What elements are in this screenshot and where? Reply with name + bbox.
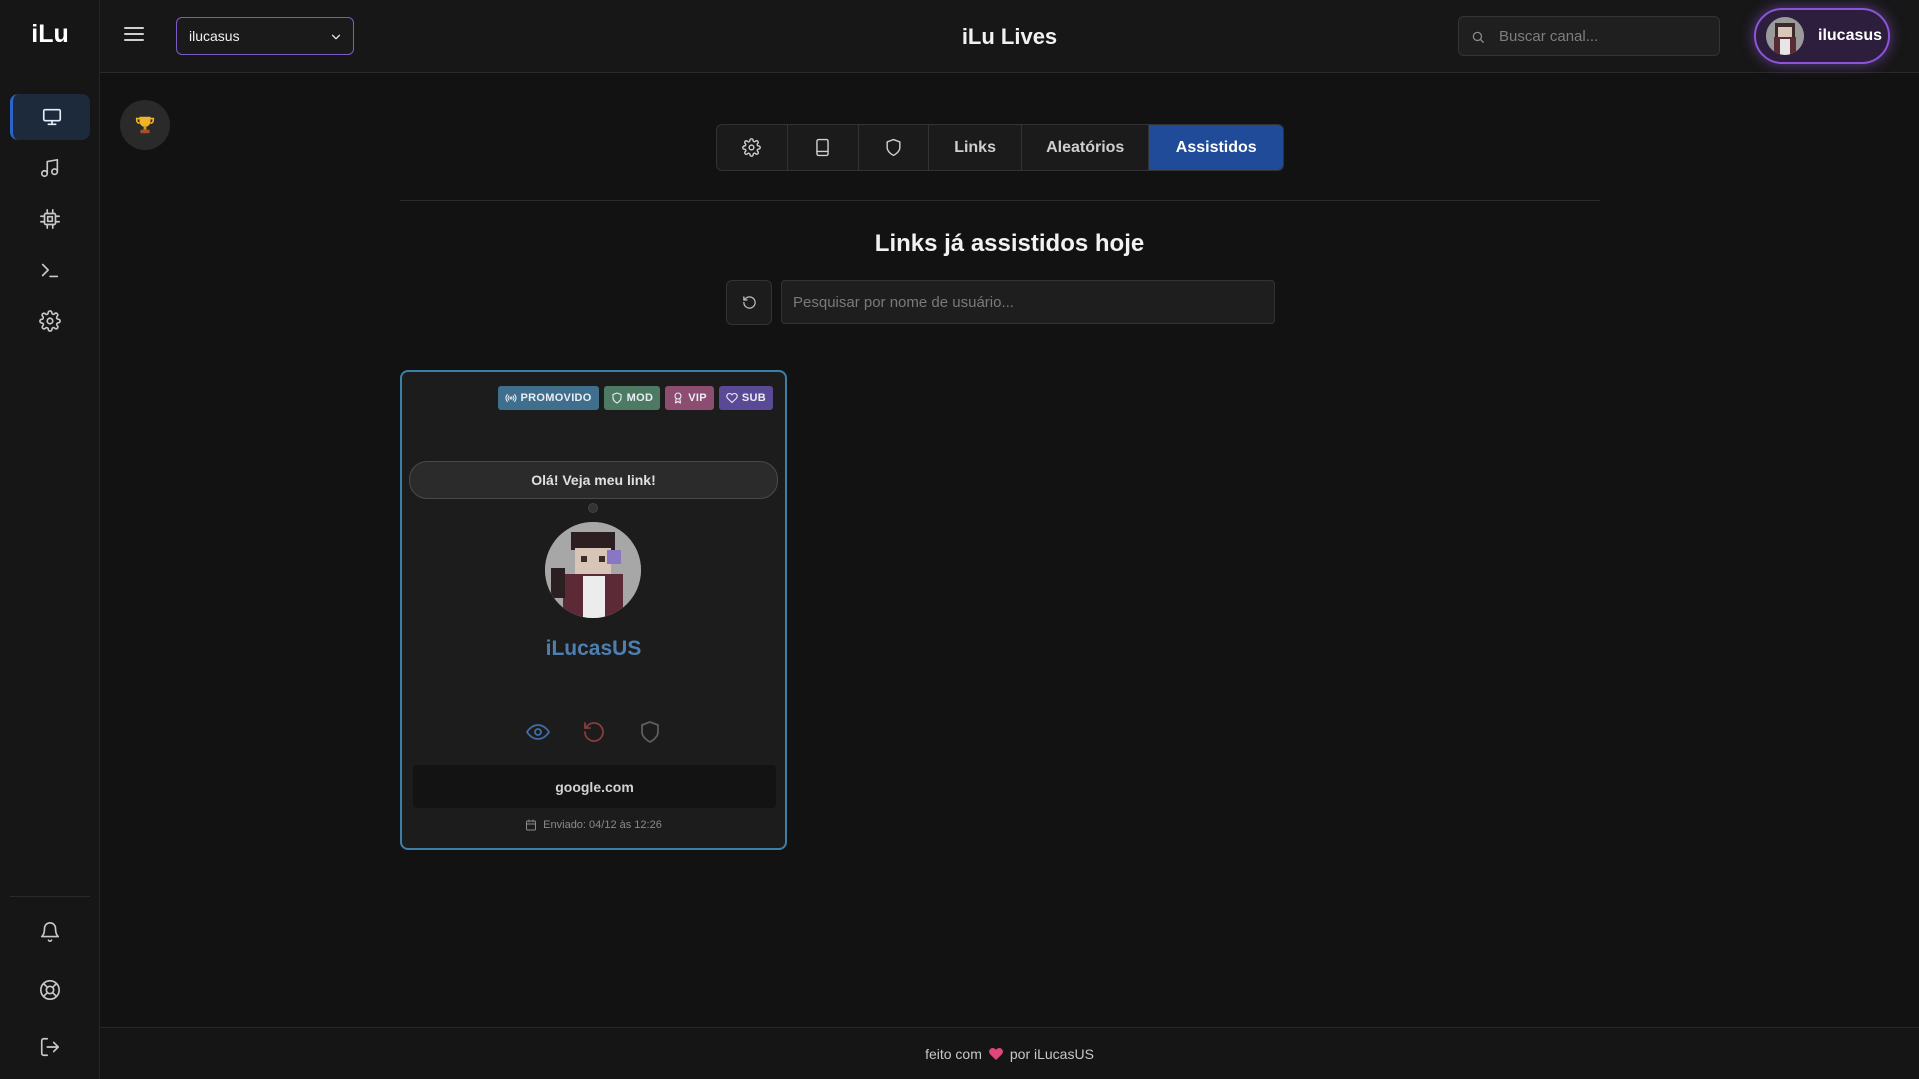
trophy-icon: [134, 114, 156, 136]
badge-mod: MOD: [603, 386, 661, 410]
tab-bar: Links Aleatórios Assistidos: [716, 124, 1284, 171]
sidebar-item-music[interactable]: [10, 145, 90, 191]
notifications-button[interactable]: [10, 909, 90, 955]
badge-label: MOD: [626, 392, 654, 404]
shield-icon[interactable]: [638, 720, 662, 744]
chip-icon: [39, 208, 61, 230]
refresh-button[interactable]: [726, 280, 772, 325]
badge-label: PROMOVIDO: [520, 392, 592, 404]
sent-date: Enviado: 04/12 às 12:26: [402, 819, 785, 831]
shield-icon: [611, 392, 623, 404]
divider: [400, 200, 1600, 201]
badge-label: VIP: [688, 392, 707, 404]
footer-prefix: feito com: [925, 1045, 982, 1062]
card-actions: [402, 720, 785, 744]
section-title: Links já assistidos hoje: [874, 230, 1145, 257]
terminal-icon: [39, 259, 61, 281]
username-search[interactable]: [781, 280, 1275, 324]
sidebar: iLu: [0, 0, 100, 1079]
tab-links[interactable]: Links: [929, 125, 1022, 170]
search-icon: [1471, 30, 1485, 44]
username-search-input[interactable]: [782, 281, 1274, 323]
calendar-icon: [525, 819, 537, 831]
badge-sub: SUB: [718, 386, 773, 410]
monitor-icon: [41, 106, 63, 128]
user-menu-button[interactable]: ilucasus: [1754, 8, 1890, 64]
username: iLucasUS: [545, 637, 642, 660]
user-name: ilucasus: [1818, 27, 1883, 44]
footer-suffix: por iLucasUS: [1009, 1045, 1094, 1062]
eye-icon[interactable]: [525, 720, 550, 744]
footer: feito com por iLucasUS: [100, 1027, 1919, 1079]
badge-vip: VIP: [665, 386, 714, 410]
sidebar-item-settings[interactable]: [10, 298, 90, 344]
channel-search[interactable]: [1458, 16, 1720, 56]
sidebar-divider: [10, 896, 90, 897]
shield-icon: [884, 138, 903, 157]
bubble-tail: [588, 503, 598, 513]
tab-settings[interactable]: [717, 125, 788, 170]
tab-aleatorios[interactable]: Aleatórios: [1022, 125, 1150, 170]
app-logo[interactable]: iLu: [0, 20, 100, 49]
topbar: ilucasus iLu Lives ilucasus: [100, 0, 1919, 73]
heart-icon: [988, 1046, 1004, 1062]
bell-icon: [39, 921, 61, 943]
tablet-icon: [813, 138, 832, 157]
sidebar-item-terminal[interactable]: [10, 247, 90, 293]
heart-icon: [726, 392, 738, 404]
link-card: PROMOVIDO MOD VIP SUB Olá! Veja meu link…: [400, 370, 787, 850]
tab-tablet[interactable]: [788, 125, 859, 170]
avatar: [1766, 17, 1804, 55]
badge-promovido: PROMOVIDO: [497, 386, 599, 410]
sidebar-item-chip[interactable]: [10, 196, 90, 242]
message-bubble: Olá! Veja meu link!: [409, 461, 778, 499]
sidebar-item-lives[interactable]: [10, 94, 90, 140]
logout-icon: [39, 1036, 61, 1058]
lifebuoy-icon: [39, 979, 61, 1001]
tab-moderation[interactable]: [859, 125, 930, 170]
broadcast-icon: [505, 392, 517, 404]
refresh-icon: [742, 295, 757, 310]
channel-search-input[interactable]: [1499, 17, 1709, 55]
logout-button[interactable]: [10, 1024, 90, 1070]
badge-label: SUB: [741, 392, 766, 404]
badge-list: PROMOVIDO MOD VIP SUB: [497, 386, 773, 410]
gear-icon: [742, 138, 762, 157]
support-button[interactable]: [10, 967, 90, 1013]
user-avatar: [545, 522, 641, 618]
tab-assistidos[interactable]: Assistidos: [1149, 125, 1283, 170]
undo-icon[interactable]: [582, 720, 606, 744]
music-icon: [39, 157, 61, 179]
ranking-button[interactable]: [120, 100, 170, 150]
link-url[interactable]: google.com: [413, 765, 776, 808]
sent-date-label: Enviado: 04/12 às 12:26: [543, 819, 662, 831]
gear-icon: [39, 310, 61, 332]
award-icon: [672, 392, 684, 404]
